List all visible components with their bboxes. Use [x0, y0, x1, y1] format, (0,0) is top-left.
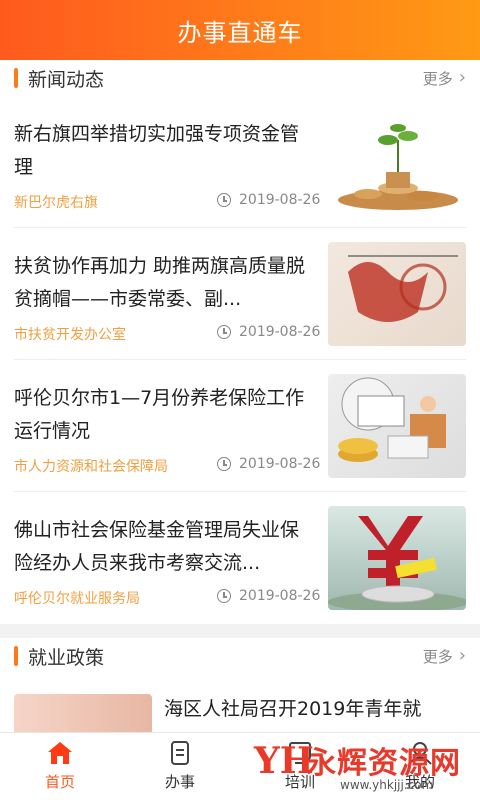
- date-text: 2019-08-26: [239, 456, 321, 472]
- policy-section: 就业政策 更多 › 海区人社局召开2019年青年就: [0, 638, 480, 732]
- pension-image: [328, 374, 466, 478]
- policy-item[interactable]: 海区人社局召开2019年青年就: [14, 674, 466, 732]
- chevron-right-icon: ›: [458, 645, 466, 666]
- section-accent-bar: [14, 646, 18, 666]
- clock-icon: [217, 193, 231, 207]
- more-label: 更多: [422, 69, 453, 88]
- date-text: 2019-08-26: [239, 192, 321, 208]
- news-source: 呼伦贝尔就业服务局: [14, 591, 140, 607]
- news-more-link[interactable]: 更多 ›: [423, 68, 466, 89]
- news-title: 新右旗四举措切实加强专项资金管理: [14, 123, 300, 178]
- tab-services[interactable]: 办事: [120, 733, 240, 800]
- news-date: 2019-08-26: [217, 456, 320, 472]
- date-text: 2019-08-26: [239, 588, 321, 604]
- policy-section-header: 就业政策 更多 ›: [0, 638, 480, 674]
- news-section-title: 新闻动态: [28, 68, 105, 91]
- date-text: 2019-08-26: [239, 324, 321, 340]
- news-section-header: 新闻动态 更多 ›: [0, 60, 480, 96]
- news-item[interactable]: 佛山市社会保险基金管理局失业保险经办人员来我市考察交流... 呼伦贝尔就业服务局…: [14, 492, 466, 624]
- section-accent-bar: [14, 68, 18, 88]
- policy-more-link[interactable]: 更多 ›: [423, 646, 466, 667]
- news-source: 市人力资源和社会保障局: [14, 459, 168, 475]
- news-date: 2019-08-26: [217, 192, 320, 208]
- training-icon: [287, 741, 313, 765]
- bottom-tab-bar: 首页 办事 培训 我的: [0, 732, 480, 800]
- news-source: 市扶贫开发办公室: [14, 327, 126, 343]
- home-icon: [47, 741, 73, 765]
- news-date: 2019-08-26: [217, 324, 320, 340]
- more-label: 更多: [422, 647, 453, 666]
- main-content[interactable]: 新闻动态 更多 › 新右旗四举措切实加强专项资金管理 新巴尔虎右旗 2019-0…: [0, 60, 480, 732]
- policy-thumb-image: [14, 694, 152, 732]
- news-title: 扶贫协作再加力 助推两旗高质量脱贫摘帽——市委常委、副...: [14, 255, 306, 310]
- tab-profile[interactable]: 我的: [360, 733, 480, 800]
- clock-icon: [217, 457, 231, 471]
- tab-label: 办事: [164, 773, 195, 791]
- news-section: 新闻动态 更多 › 新右旗四举措切实加强专项资金管理 新巴尔虎右旗 2019-0…: [0, 60, 480, 624]
- clock-icon: [217, 589, 231, 603]
- tab-label: 首页: [44, 773, 75, 791]
- profile-icon: [407, 741, 433, 765]
- policy-section-title: 就业政策: [28, 646, 105, 669]
- news-title: 佛山市社会保险基金管理局失业保险经办人员来我市考察交流...: [14, 519, 300, 574]
- news-item[interactable]: 呼伦贝尔市1—7月份养老保险工作运行情况 市人力资源和社会保障局 2019-08…: [14, 360, 466, 492]
- tab-label: 我的: [404, 773, 435, 791]
- top-bar: 办事直通车: [0, 0, 480, 60]
- document-icon: [167, 741, 193, 765]
- tab-training[interactable]: 培训: [240, 733, 360, 800]
- policy-title: 海区人社局召开2019年青年就: [164, 698, 422, 720]
- section-divider: [0, 624, 480, 638]
- news-source: 新巴尔虎右旗: [14, 195, 98, 211]
- plant-coins-image: [328, 110, 466, 214]
- poverty-relief-image: [328, 242, 466, 346]
- clock-icon: [217, 325, 231, 339]
- chevron-right-icon: ›: [458, 67, 466, 88]
- tab-home[interactable]: 首页: [0, 733, 120, 800]
- insurance-yuan-image: [328, 506, 466, 610]
- news-item[interactable]: 扶贫协作再加力 助推两旗高质量脱贫摘帽——市委常委、副... 市扶贫开发办公室 …: [14, 228, 466, 360]
- news-date: 2019-08-26: [217, 588, 320, 604]
- tab-label: 培训: [284, 773, 315, 791]
- page-title: 办事直通车: [177, 18, 303, 47]
- news-title: 呼伦贝尔市1—7月份养老保险工作运行情况: [14, 387, 305, 442]
- news-item[interactable]: 新右旗四举措切实加强专项资金管理 新巴尔虎右旗 2019-08-26: [14, 96, 466, 228]
